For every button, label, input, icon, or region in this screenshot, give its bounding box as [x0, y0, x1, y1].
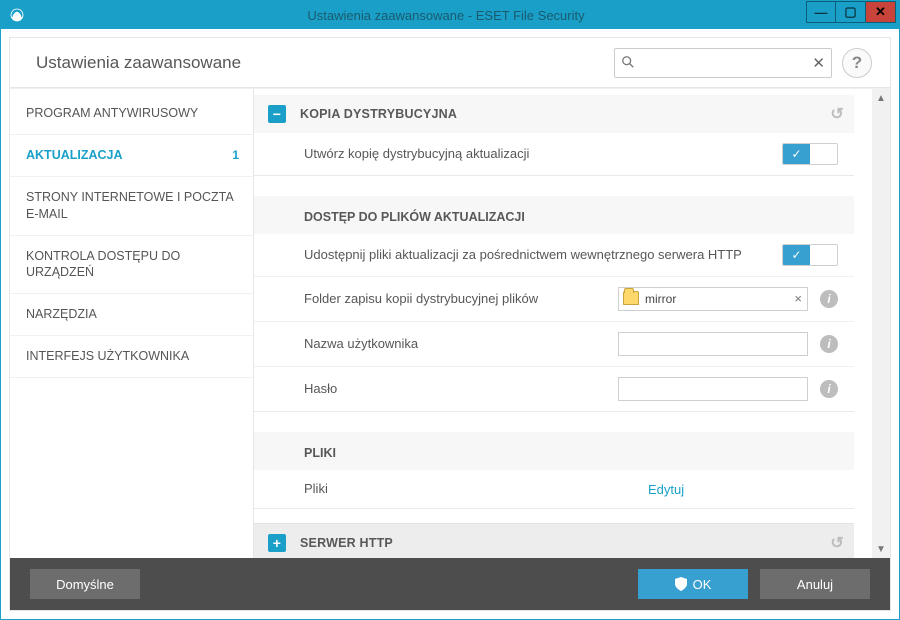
sidebar-item-label: INTERFEJS UŻYTKOWNIKA: [26, 349, 189, 363]
titlebar: Ustawienia zaawansowane - ESET File Secu…: [1, 1, 899, 29]
sidebar-item-label: AKTUALIZACJA: [26, 148, 123, 162]
app-window: Ustawienia zaawansowane - ESET File Secu…: [0, 0, 900, 620]
section-title: DOSTĘP DO PLIKÓW AKTUALIZACJI: [304, 210, 525, 224]
check-icon: ✓: [783, 245, 810, 265]
header: Ustawienia zaawansowane ✕ ?: [10, 38, 890, 88]
content: − KOPIA DYSTRYBUCYJNA ↺ Utwórz kopię dys…: [254, 89, 872, 558]
section-kopia: − KOPIA DYSTRYBUCYJNA ↺ Utwórz kopię dys…: [254, 95, 854, 176]
window-controls: — ▢ ✕: [806, 1, 896, 23]
edit-link[interactable]: Edytuj: [648, 482, 838, 497]
row-label: Udostępnij pliki aktualizacji za pośredn…: [304, 247, 782, 264]
expand-icon: +: [268, 534, 286, 552]
section-dostep: DOSTĘP DO PLIKÓW AKTUALIZACJI Udostępnij…: [254, 196, 854, 412]
section-header-kopia[interactable]: − KOPIA DYSTRYBUCYJNA ↺: [254, 95, 854, 133]
row-http-share: Udostępnij pliki aktualizacji za pośredn…: [254, 234, 854, 276]
button-label: Anuluj: [797, 577, 833, 592]
section-subheader-pliki: PLIKI: [254, 432, 854, 470]
row-create-mirror: Utwórz kopię dystrybucyjną aktualizacji …: [254, 133, 854, 175]
row-files: Pliki Edytuj: [254, 470, 854, 508]
info-icon[interactable]: i: [820, 290, 838, 308]
row-folder: Folder zapisu kopii dystrybucyjnej plikó…: [254, 276, 854, 321]
sidebar-item-antivirus[interactable]: PROGRAM ANTYWIRUSOWY: [10, 93, 253, 135]
scroll-up-icon[interactable]: ▲: [872, 89, 890, 107]
row-password: Hasło i: [254, 366, 854, 411]
section-title: KOPIA DYSTRYBUCYJNA: [300, 107, 457, 121]
reset-icon[interactable]: ↺: [830, 533, 844, 553]
row-username: Nazwa użytkownika i: [254, 321, 854, 366]
folder-icon: [623, 291, 639, 305]
minimize-button[interactable]: —: [806, 1, 836, 23]
cancel-button[interactable]: Anuluj: [760, 569, 870, 599]
sidebar-item-tools[interactable]: NARZĘDZIA: [10, 294, 253, 336]
row-label: Pliki: [304, 481, 648, 498]
search-clear-icon[interactable]: ✕: [812, 54, 825, 72]
defaults-button[interactable]: Domyślne: [30, 569, 140, 599]
scrollbar[interactable]: ▲ ▼: [872, 89, 890, 558]
footer: Domyślne OK Anuluj: [10, 558, 890, 610]
info-icon[interactable]: i: [820, 335, 838, 353]
search-box[interactable]: ✕: [614, 48, 832, 78]
button-label: OK: [693, 577, 712, 592]
sidebar-item-ui[interactable]: INTERFEJS UŻYTKOWNIKA: [10, 336, 253, 378]
button-label: Domyślne: [56, 577, 114, 592]
search-input[interactable]: [641, 55, 807, 70]
section-header-serwer-http[interactable]: + SERWER HTTP ↺: [254, 523, 854, 558]
section-pliki: PLIKI Pliki Edytuj: [254, 432, 854, 509]
password-input[interactable]: [618, 377, 808, 401]
sidebar-item-web-email[interactable]: STRONY INTERNETOWE I POCZTA E-MAIL: [10, 177, 253, 236]
section-title: PLIKI: [304, 446, 336, 460]
sidebar-item-label: NARZĘDZIA: [26, 307, 97, 321]
sidebar: PROGRAM ANTYWIRUSOWY AKTUALIZACJA 1 STRO…: [10, 89, 254, 558]
shield-icon: [675, 577, 687, 591]
check-icon: ✓: [783, 144, 810, 164]
ok-button[interactable]: OK: [638, 569, 748, 599]
info-icon[interactable]: i: [820, 380, 838, 398]
sidebar-item-label: PROGRAM ANTYWIRUSOWY: [26, 106, 198, 120]
toggle-http-share[interactable]: ✓: [782, 244, 838, 266]
page-title: Ustawienia zaawansowane: [36, 53, 614, 73]
folder-value: mirror: [645, 292, 676, 306]
close-button[interactable]: ✕: [866, 1, 896, 23]
collapse-icon: −: [268, 105, 286, 123]
window-title: Ustawienia zaawansowane - ESET File Secu…: [0, 8, 899, 23]
maximize-button[interactable]: ▢: [836, 1, 866, 23]
body: PROGRAM ANTYWIRUSOWY AKTUALIZACJA 1 STRO…: [10, 88, 890, 558]
sidebar-badge: 1: [232, 147, 239, 163]
row-label: Folder zapisu kopii dystrybucyjnej plikó…: [304, 291, 618, 308]
help-button[interactable]: ?: [842, 48, 872, 78]
toggle-create-mirror[interactable]: ✓: [782, 143, 838, 165]
body-wrap: Ustawienia zaawansowane ✕ ? PROGRAM ANTY…: [9, 37, 891, 611]
section-body-pliki: Pliki Edytuj: [254, 470, 854, 508]
reset-icon[interactable]: ↺: [830, 104, 844, 124]
section-body-kopia: Utwórz kopię dystrybucyjną aktualizacji …: [254, 133, 854, 175]
section-subheader-dostep: DOSTĘP DO PLIKÓW AKTUALIZACJI: [254, 196, 854, 234]
sidebar-item-label: KONTROLA DOSTĘPU DO URZĄDZEŃ: [26, 249, 180, 280]
section-body-dostep: Udostępnij pliki aktualizacji za pośredn…: [254, 234, 854, 411]
clear-icon[interactable]: ×: [794, 291, 802, 306]
row-label: Hasło: [304, 381, 618, 398]
folder-input[interactable]: mirror ×: [618, 287, 808, 311]
sidebar-item-update[interactable]: AKTUALIZACJA 1: [10, 135, 253, 177]
username-input[interactable]: [618, 332, 808, 356]
sidebar-item-label: STRONY INTERNETOWE I POCZTA E-MAIL: [26, 190, 233, 221]
sidebar-item-device-control[interactable]: KONTROLA DOSTĘPU DO URZĄDZEŃ: [10, 236, 253, 295]
scroll-down-icon[interactable]: ▼: [872, 540, 890, 558]
section-title: SERWER HTTP: [300, 536, 393, 550]
search-icon: [621, 55, 635, 72]
row-label: Nazwa użytkownika: [304, 336, 618, 353]
row-label: Utwórz kopię dystrybucyjną aktualizacji: [304, 146, 782, 163]
